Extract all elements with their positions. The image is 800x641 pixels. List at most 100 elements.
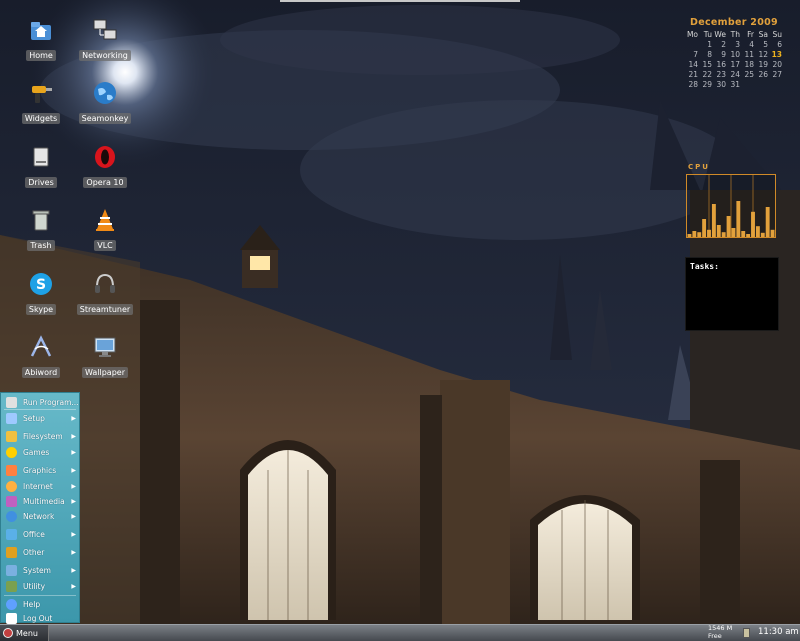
calendar-day: 23 <box>716 70 726 79</box>
desktop-icon-opera[interactable]: Opera 10 <box>75 144 135 189</box>
calendar-weekday: We <box>714 30 726 39</box>
submenu-arrow-icon: ▶ <box>71 531 76 538</box>
menu-item-system[interactable]: System ▶ <box>1 563 79 578</box>
desktop-icon-abiword[interactable]: Abiword <box>11 334 71 379</box>
start-menu: Run Program... Setup ▶ Filesystem ▶ Games ▶ Gra… <box>0 392 80 624</box>
menu-item-games[interactable]: Games ▶ <box>1 445 79 460</box>
desktop-icon-widgets[interactable]: Widgets <box>11 80 71 125</box>
calendar-day: 24 <box>730 70 740 79</box>
calendar-day: 25 <box>744 70 754 79</box>
setup-icon <box>6 413 17 424</box>
desktop-icon-trash[interactable]: Trash <box>11 207 71 252</box>
cpu-load-bar <box>755 226 760 237</box>
home-folder-icon <box>31 22 51 40</box>
desktop-icon-label: Drives <box>25 177 57 188</box>
cpu-load-bar <box>697 232 702 237</box>
menu-item-office[interactable]: Office ▶ <box>1 527 79 542</box>
cpu-load-bar <box>765 207 770 237</box>
desktop-icon-drives[interactable]: Drives <box>11 144 71 189</box>
menu-item-internet[interactable]: Internet ▶ <box>1 479 79 494</box>
menu-item-run-program[interactable]: Run Program... <box>1 395 79 410</box>
desktop-icon-label: VLC <box>94 240 116 251</box>
utility-icon <box>6 581 17 592</box>
menu-item-label: Multimedia <box>23 497 65 506</box>
menu-item-label: Games <box>23 448 50 457</box>
menu-item-help[interactable]: Help <box>1 597 79 612</box>
submenu-arrow-icon: ▶ <box>71 415 76 422</box>
menu-item-label: Other <box>23 548 45 557</box>
cpu-load-bar <box>741 231 746 237</box>
clock[interactable]: 11:30 am <box>758 627 799 637</box>
desktop-icon-skype[interactable]: S Skype <box>11 271 71 316</box>
drive-icon <box>33 147 49 167</box>
opera-icon <box>95 146 115 168</box>
power-icon <box>3 628 13 638</box>
system-icon <box>6 565 17 576</box>
desktop-icon-wallpaper[interactable]: Wallpaper <box>75 334 135 379</box>
menu-item-label: Graphics <box>23 466 57 475</box>
menu-button[interactable]: Menu <box>0 625 49 641</box>
monitor-icon <box>94 337 116 357</box>
calendar-day: 31 <box>730 80 740 89</box>
calendar-day: 27 <box>772 70 782 79</box>
menu-item-label: Network <box>23 512 55 521</box>
desktop-icon-label: Skype <box>25 304 57 315</box>
memory-monitor: 1546 M Free <box>708 624 748 640</box>
desktop-icon-networking[interactable]: Networking <box>75 17 135 62</box>
cpu-widget-label: CPU <box>688 163 710 171</box>
battery-icon[interactable] <box>743 628 750 638</box>
calendar-day: 21 <box>688 70 698 79</box>
desktop-icon-label: Widgets <box>21 113 61 124</box>
menu-item-filesystem[interactable]: Filesystem ▶ <box>1 429 79 444</box>
cpu-load-bar <box>760 232 765 237</box>
cpu-load-bar <box>736 201 741 237</box>
calendar-day: 17 <box>730 60 740 69</box>
desktop-icon-seamonkey[interactable]: Seamonkey <box>75 80 135 125</box>
filesystem-icon <box>6 431 17 442</box>
desktop-icon-vlc[interactable]: VLC <box>75 207 135 252</box>
calendar-day <box>740 80 754 89</box>
office-icon <box>6 529 17 540</box>
menu-item-setup[interactable]: Setup ▶ <box>1 411 79 426</box>
desktop-icon-home[interactable]: Home <box>11 17 71 62</box>
cpu-load-bar <box>707 229 711 237</box>
submenu-arrow-icon: ▶ <box>71 513 76 520</box>
cpu-load-bar <box>731 228 736 237</box>
submenu-arrow-icon: ▶ <box>71 433 76 440</box>
menu-button-label: Menu <box>16 628 38 638</box>
calendar-day: 5 <box>763 40 768 49</box>
calendar-day <box>684 40 698 49</box>
vlc-cone-icon <box>96 209 114 231</box>
calendar-day: 3 <box>735 40 740 49</box>
cpu-load-bar <box>711 204 716 237</box>
desktop-icon-streamtuner[interactable]: Streamtuner <box>75 271 135 316</box>
menu-item-other[interactable]: Other ▶ <box>1 545 79 560</box>
menu-item-graphics[interactable]: Graphics ▶ <box>1 463 79 478</box>
menu-item-label: Help <box>23 600 41 609</box>
calendar-day <box>754 80 768 89</box>
calendar-day-today: 13 <box>771 50 782 59</box>
calendar-widget: December 2009 Mo Tu We Th Fr Sa Su 1 2 3 4 5 6 7 8 9 10 1… <box>684 17 784 89</box>
calendar-weekday: Tu <box>703 30 712 39</box>
desktop-icon-label: Seamonkey <box>78 113 132 124</box>
calendar-grid: Mo Tu We Th Fr Sa Su 1 2 3 4 5 6 7 8 9 10 11 12 13 14 15 16 17 1… <box>684 30 784 89</box>
submenu-arrow-icon: ▶ <box>71 567 76 574</box>
menu-item-label: Filesystem <box>23 432 63 441</box>
tasks-widget: Tasks: <box>685 257 779 331</box>
menu-item-multimedia[interactable]: Multimedia ▶ <box>1 494 79 509</box>
menu-item-network[interactable]: Network ▶ <box>1 509 79 524</box>
cpu-load-bar <box>716 225 721 237</box>
svg-text:S: S <box>36 277 46 293</box>
calendar-day: 16 <box>716 60 726 69</box>
submenu-arrow-icon: ▶ <box>71 467 76 474</box>
calendar-day: 22 <box>702 70 712 79</box>
calendar-day: 15 <box>702 60 712 69</box>
top-edge-handle <box>280 0 520 2</box>
menu-item-utility[interactable]: Utility ▶ <box>1 579 79 594</box>
memory-free-label: Free <box>708 631 722 640</box>
menu-item-label: Setup <box>23 414 45 423</box>
calendar-day: 28 <box>688 80 698 89</box>
calendar-weekday: Mo <box>686 30 698 39</box>
cpu-load-bar <box>692 231 697 237</box>
menu-separator <box>4 595 76 596</box>
